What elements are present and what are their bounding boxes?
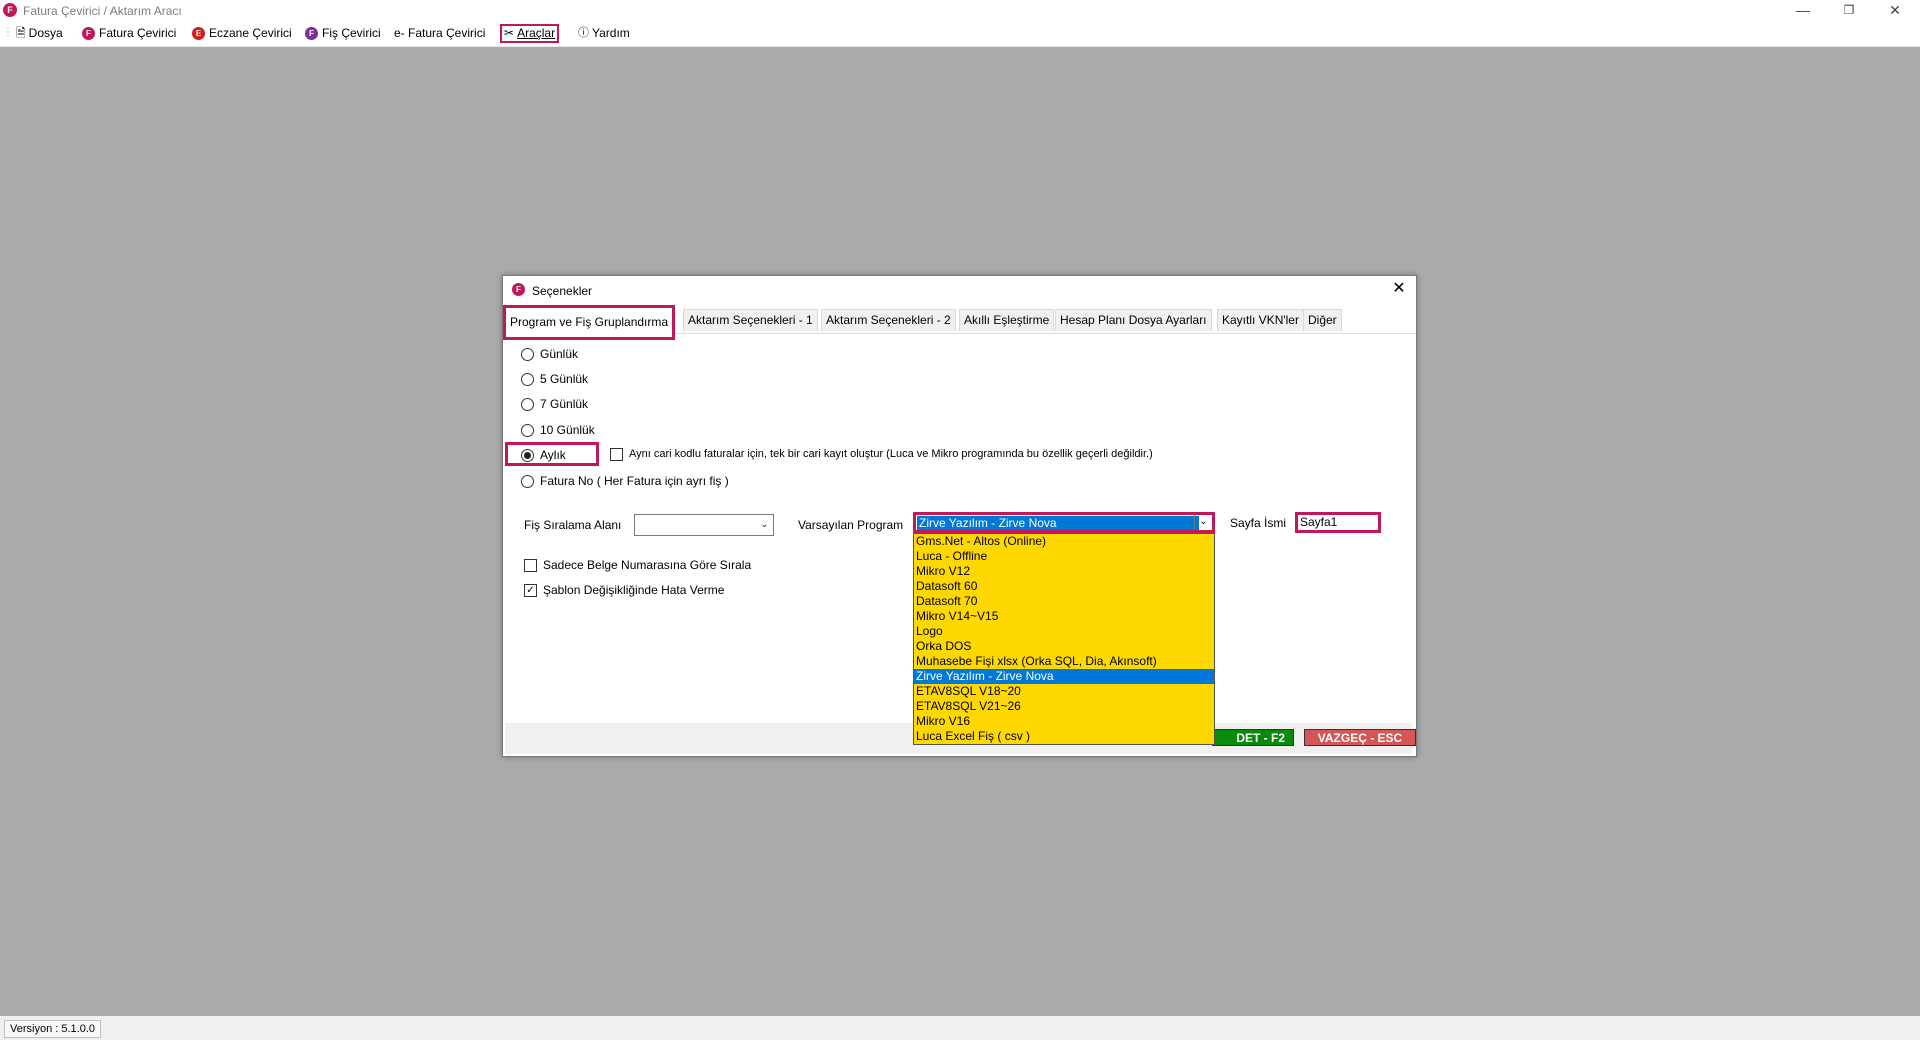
radio-7-gunluk[interactable]: 7 Günlük (521, 395, 588, 413)
radio-label: Aylık (540, 448, 566, 462)
minimize-icon[interactable]: — (1780, 0, 1826, 22)
radio-label: Fatura No ( Her Fatura için ayrı fiş ) (540, 474, 729, 488)
dropdown-item[interactable]: Luca - Offline (914, 549, 1214, 564)
dropdown-item[interactable]: Datasoft 70 (914, 594, 1214, 609)
dialog-close-icon[interactable]: ✕ (1390, 280, 1408, 298)
checkbox-label: Aynı cari kodlu faturalar için, tek bir … (629, 448, 1153, 460)
menu-label: e- Fatura Çevirici (394, 26, 486, 40)
help-icon: ⓘ (578, 27, 589, 39)
menu-label: Fiş Çevirici (322, 26, 381, 40)
version-label: Versiyon : 5.1.0.0 (4, 1020, 101, 1038)
close-window-icon[interactable]: ✕ (1872, 0, 1918, 22)
e-logo-icon: E (192, 27, 205, 40)
dropdown-item[interactable]: ETAV8SQL V21~26 (914, 699, 1214, 714)
title-bar: F Fatura Çevirici / Aktarım Aracı — ❐ ✕ (0, 0, 1920, 22)
save-button[interactable]: DET - F2 (1212, 729, 1294, 746)
restore-icon[interactable]: ❐ (1826, 0, 1872, 22)
dropdown-item[interactable]: Mikro V16 (914, 714, 1214, 729)
status-bar: Versiyon : 5.1.0.0 (0, 1016, 1920, 1040)
chevron-down-icon[interactable]: ⌄ (756, 515, 773, 535)
menu-fis-cevirici[interactable]: F Fiş Çevirici (302, 25, 384, 42)
program-dropdown-list: Gms.Net - Altos (Online) Luca - Offline … (913, 533, 1215, 745)
menu-eczane-cevirici[interactable]: E Eczane Çevirici (189, 25, 295, 42)
sayfa-ismi-input[interactable]: Sayfa1 (1295, 512, 1381, 533)
dropdown-item[interactable]: Logo (914, 624, 1214, 639)
dropdown-item[interactable]: ETAV8SQL V18~20 (914, 684, 1214, 699)
cancel-button[interactable]: VAZGEÇ - ESC (1304, 729, 1416, 746)
varsayilan-program-combo[interactable]: Zirve Yazılım - Zirve Nova ⌄ (913, 512, 1215, 533)
radio-5-gunluk[interactable]: 5 Günlük (521, 370, 588, 388)
dropdown-item[interactable]: Orka DOS (914, 639, 1214, 654)
checkbox-label: Şablon Değişikliğinde Hata Verme (543, 583, 725, 597)
tab-program-fis[interactable]: Program ve Fiş Gruplandırma (503, 305, 676, 340)
menu-label: Yardım (592, 26, 630, 40)
dropdown-item[interactable]: Mikro V14~V15 (914, 609, 1214, 624)
radio-button[interactable] (521, 347, 534, 361)
menu-label: Fatura Çevirici (99, 26, 177, 40)
dropdown-item[interactable]: Luca Excel Fiş ( csv ) (914, 729, 1214, 744)
checkbox-sadece-belge[interactable]: Sadece Belge Numarasına Göre Sırala (524, 556, 751, 574)
tab-diger[interactable]: Diğer (1303, 309, 1342, 331)
dialog-logo-icon: F (512, 283, 525, 296)
check-icon[interactable]: ✓ (524, 583, 537, 597)
radio-button[interactable] (521, 372, 534, 386)
tab-akilli-eslestirme[interactable]: Akıllı Eşleştirme (959, 309, 1055, 331)
f-purple-logo-icon: F (305, 27, 318, 40)
checkbox-label: Sadece Belge Numarasına Göre Sırala (543, 558, 752, 572)
grip-icon: ⋮ (3, 27, 13, 38)
checkbox-box[interactable] (610, 447, 623, 461)
combo-value: Zirve Yazılım - Zirve Nova (917, 516, 1199, 530)
varsayilan-program-label: Varsayılan Program (798, 518, 904, 532)
radio-button[interactable] (521, 397, 534, 411)
radio-label: Günlük (540, 347, 579, 361)
radio-label: 10 Günlük (540, 423, 595, 437)
menu-fatura-cevirici[interactable]: F Fatura Çevirici (79, 25, 179, 42)
dropdown-item[interactable]: Muhasebe Fişi xlsx (Orka SQL, Dia, Akıns… (914, 654, 1214, 669)
radio-button[interactable] (521, 448, 534, 462)
radio-10-gunluk[interactable]: 10 Günlük (521, 421, 595, 439)
menu-araclar[interactable]: ✂ Araçlar (499, 24, 560, 43)
radio-gunluk[interactable]: Günlük (521, 345, 578, 363)
app-logo-icon: F (3, 3, 17, 17)
checkbox-same-cari[interactable]: Aynı cari kodlu faturalar için, tek bir … (610, 445, 1153, 463)
radio-aylik[interactable]: Aylık (521, 446, 566, 464)
radio-fatura-no[interactable]: Fatura No ( Her Fatura için ayrı fiş ) (521, 472, 729, 490)
menu-efatura-cevirici[interactable]: e- Fatura Çevirici (391, 25, 488, 42)
tab-strip: Program ve Fiş Gruplandırma Aktarım Seçe… (503, 305, 1416, 340)
fis-siralama-label: Fiş Sıralama Alanı (524, 518, 622, 532)
document-icon: 🗎 (16, 26, 26, 40)
dropdown-item[interactable]: Datasoft 60 (914, 579, 1214, 594)
f-logo-icon: F (82, 27, 95, 40)
tab-hesap-plani[interactable]: Hesap Planı Dosya Ayarları (1055, 309, 1212, 331)
radio-label: 5 Günlük (540, 372, 589, 386)
menu-label: Eczane Çevirici (209, 26, 292, 40)
menu-label: Dosya (28, 26, 63, 40)
menu-bar: ⋮ 🗎 Dosya F Fatura Çevirici E Eczane Çev… (0, 22, 1920, 47)
sayfa-ismi-label: Sayfa İsmi (1230, 516, 1287, 530)
menu-label: Araçlar (517, 26, 556, 40)
chevron-down-icon[interactable]: ⌄ (1194, 515, 1212, 529)
dropdown-item[interactable]: Mikro V12 (914, 564, 1214, 579)
dialog-title: Seçenekler (532, 284, 593, 298)
menu-dosya[interactable]: 🗎 Dosya (13, 25, 66, 42)
radio-button[interactable] (521, 423, 534, 437)
dropdown-item-selected[interactable]: Zirve Yazılım - Zirve Nova (914, 669, 1214, 684)
radio-button[interactable] (521, 474, 534, 488)
menu-yardim[interactable]: ⓘ Yardım (575, 25, 633, 42)
tab-kayitli-vkn[interactable]: Kayıtlı VKN'ler (1217, 309, 1304, 331)
checkbox-box[interactable] (524, 558, 537, 572)
window-title: Fatura Çevirici / Aktarım Aracı (23, 4, 182, 18)
tools-icon: ✂ (504, 26, 515, 40)
checkbox-sablon[interactable]: ✓ Şablon Değişikliğinde Hata Verme (524, 581, 724, 599)
tab-aktarim-2[interactable]: Aktarım Seçenekleri - 2 (821, 309, 956, 331)
fis-siralama-combo[interactable]: ⌄ (634, 514, 774, 536)
dropdown-item[interactable]: Gms.Net - Altos (Online) (914, 534, 1214, 549)
radio-label: 7 Günlük (540, 397, 589, 411)
tab-aktarim-1[interactable]: Aktarım Seçenekleri - 1 (683, 309, 818, 331)
